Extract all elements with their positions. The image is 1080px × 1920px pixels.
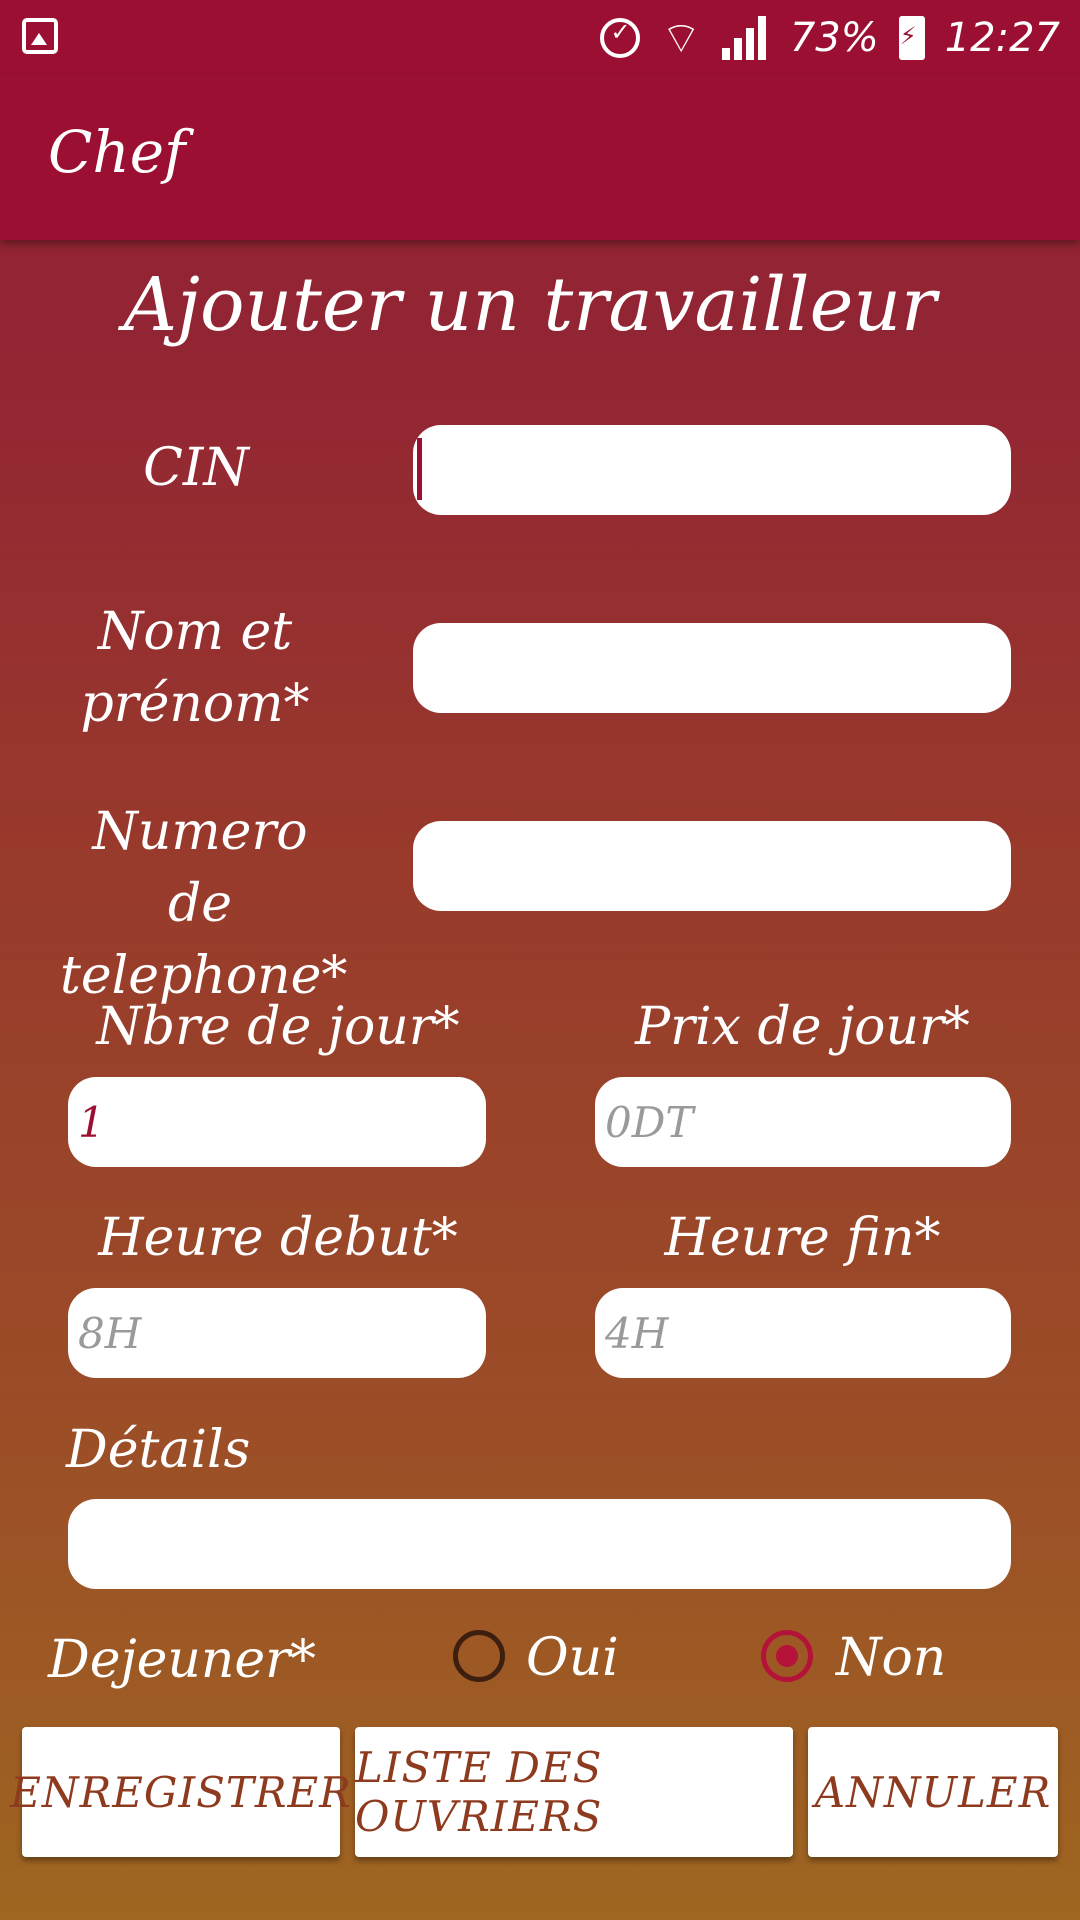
phone-input[interactable]: [413, 821, 1011, 911]
lunch-label: Dejeuner*: [48, 1630, 316, 1690]
cin-label: CIN: [143, 438, 249, 498]
price-label: Prix de jour*: [635, 997, 970, 1057]
signal-icon: [721, 16, 770, 60]
phone-label: Numero de telephone*: [60, 796, 347, 1012]
end-time-input[interactable]: [595, 1288, 1011, 1378]
text-cursor: [417, 438, 422, 500]
details-label: Détails: [66, 1420, 251, 1480]
start-time-field[interactable]: [68, 1288, 486, 1378]
name-input[interactable]: [413, 623, 1011, 713]
alarm-icon: [600, 18, 641, 58]
battery-percent: 73%: [789, 15, 879, 61]
lunch-yes-radio[interactable]: [453, 1630, 505, 1682]
days-field[interactable]: [68, 1077, 486, 1167]
lunch-no-label[interactable]: Non: [836, 1622, 946, 1694]
name-label: Nom et prénom*: [70, 596, 320, 740]
name-label-line1: Nom et: [97, 602, 293, 662]
start-time-label: Heure debut*: [98, 1208, 458, 1268]
gallery-icon: [22, 18, 58, 54]
save-button[interactable]: ENREGISTRER: [10, 1727, 351, 1857]
name-field[interactable]: [413, 623, 1011, 713]
cin-field[interactable]: [413, 425, 1011, 515]
days-input[interactable]: [68, 1077, 486, 1167]
price-field[interactable]: [595, 1077, 1011, 1167]
days-label: Nbre de jour*: [96, 997, 460, 1057]
lunch-yes-label[interactable]: Oui: [526, 1622, 619, 1694]
phone-field[interactable]: [413, 821, 1011, 911]
end-time-label: Heure fin*: [664, 1208, 941, 1268]
details-field[interactable]: [68, 1499, 1011, 1589]
cin-input[interactable]: [413, 425, 1011, 515]
workers-list-button[interactable]: LISTE DES OUVRIERS: [355, 1727, 793, 1857]
cancel-button[interactable]: ANNULER: [808, 1727, 1058, 1857]
start-time-input[interactable]: [68, 1288, 486, 1378]
price-input[interactable]: [595, 1077, 1011, 1167]
battery-charging-icon: [898, 16, 925, 60]
name-label-line2: prénom*: [80, 674, 310, 734]
form-title: Ajouter un travailleur: [123, 262, 937, 348]
end-time-field[interactable]: [595, 1288, 1011, 1378]
clock: 12:27: [944, 15, 1060, 61]
lunch-no-radio[interactable]: [761, 1630, 813, 1682]
details-input[interactable]: [68, 1499, 1011, 1589]
phone-label-line1: Numero de: [92, 802, 308, 934]
status-icons: ⌔ 73% 12:27: [600, 10, 1060, 66]
wifi-icon: ⌔: [660, 12, 702, 64]
app-title: Chef: [48, 118, 186, 186]
